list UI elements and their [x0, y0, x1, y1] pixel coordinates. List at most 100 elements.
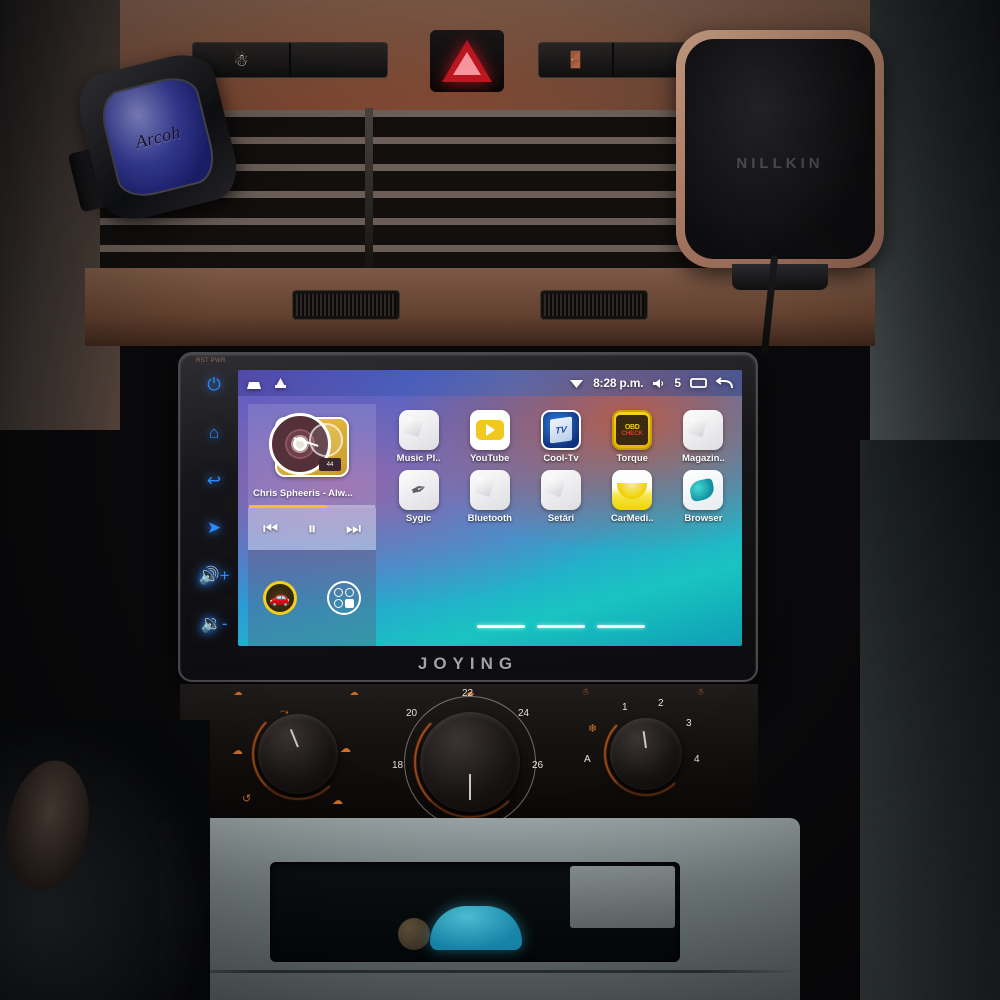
airflow-glyph-left: ☁	[232, 745, 243, 757]
temp-mark-24: 24	[518, 708, 530, 719]
app-music-player[interactable]: Music Pl..	[384, 410, 453, 464]
fan-mark-1: 1	[622, 702, 628, 713]
volume-down-key[interactable]: 🔉-	[201, 615, 228, 632]
airflow-glyph-down-left: ↺	[242, 793, 252, 805]
navigation-key[interactable]: ➤	[207, 519, 221, 536]
app-grid-area: Music Pl.. YouTube TV Cool-Tv OBD CHECK Torque…	[376, 404, 742, 646]
app-grid: Music Pl.. YouTube TV Cool-Tv OBD CHECK Torque…	[384, 410, 738, 524]
speaker-grille-left	[292, 290, 400, 320]
climate-control-panel: ☁ ☁ ☁ ☃ ☃ ⤳ ☁ ☁ ↺ ☁ 18 20 22 24 26 A ❄ 1…	[180, 684, 758, 828]
app-sygic-navigation[interactable]: Sygic	[384, 470, 453, 524]
console-seam	[160, 970, 800, 973]
back-icon[interactable]	[716, 376, 734, 390]
fan-mark-2: 2	[658, 698, 664, 709]
temp-mark-20: 20	[406, 708, 418, 719]
temp-mark-18: 18	[392, 760, 404, 771]
pause-button[interactable]: ⏸	[308, 519, 317, 539]
passenger-door-panel	[860, 440, 1000, 1000]
turntable-icon: 44	[269, 413, 349, 477]
car-interior-scene: ☃ 🚪 Arcoh NILLKIN RST PWR ⏻ ⌂ ↩ ➤ 🔊+ 🔉- …	[0, 0, 1000, 1000]
obd-badge: OBD CHECK	[616, 415, 649, 445]
temperature-knob[interactable]	[420, 712, 520, 812]
power-key[interactable]: ⏻	[207, 376, 220, 393]
app-label: YouTube	[470, 453, 510, 464]
previous-track-button[interactable]: ⏮	[263, 519, 278, 539]
defrost-icon-2: ☁	[349, 686, 359, 697]
home-icon[interactable]	[246, 377, 262, 390]
app-carmedia[interactable]: CarMedi..	[598, 470, 667, 524]
page-indicator[interactable]	[384, 625, 738, 646]
app-label: Browser	[684, 513, 723, 524]
recents-icon[interactable]	[690, 377, 707, 389]
home-key[interactable]: ⌂	[209, 424, 219, 441]
volume-icon[interactable]	[652, 378, 665, 389]
hazard-warning-button[interactable]	[430, 30, 504, 92]
clock-label: 8:28 p.m.	[593, 376, 644, 390]
head-unit-brand-label: JOYING	[417, 654, 519, 673]
seat-heater-right[interactable]	[289, 43, 387, 77]
youtube-icon	[469, 410, 510, 450]
android-head-unit: RST PWR ⏻ ⌂ ↩ ➤ 🔊+ 🔉- 8:28 p.m. 5 44 Chr…	[178, 352, 758, 682]
volume-level-label: 5	[674, 376, 681, 390]
phone-mount-brand-label: NILLKIN	[736, 154, 824, 172]
central-lock-button[interactable]: 🚪	[538, 42, 688, 78]
app-cool-tv[interactable]: TV Cool-Tv	[526, 410, 595, 464]
fan-mark-3: 3	[686, 718, 692, 729]
app-youtube[interactable]: YouTube	[455, 410, 524, 464]
car-mode-icon[interactable]: 🚗	[263, 581, 297, 615]
central-lock-left[interactable]: 🚪	[539, 43, 612, 77]
volume-up-key[interactable]: 🔊+	[198, 567, 229, 584]
carmedia-icon	[612, 470, 653, 510]
music-player-icon	[398, 410, 439, 450]
defrost-icon-1: ☁	[233, 686, 243, 697]
phone-mount-face: NILLKIN	[685, 39, 875, 259]
page-indicator-bar[interactable]	[597, 625, 645, 628]
vent-divider	[365, 108, 373, 273]
magnetic-phone-mount: NILLKIN	[676, 30, 884, 290]
fan-speed-knob[interactable]	[610, 718, 682, 790]
seat-heater-button[interactable]: ☃	[192, 42, 388, 78]
sygic-navigation-icon	[398, 470, 439, 510]
app-drawer-icon[interactable]	[327, 581, 361, 615]
app-label: Music Pl..	[396, 453, 441, 464]
turntable-display: 44	[319, 458, 341, 471]
lower-center-console	[160, 818, 800, 1000]
airflow-glyph-up: ⤳	[280, 706, 289, 718]
browser-icon	[683, 470, 724, 510]
play-store-icon	[683, 410, 724, 450]
app-torque-obd[interactable]: OBD CHECK Torque	[598, 410, 667, 464]
page-indicator-bar[interactable]	[477, 625, 525, 628]
app-label: CarMedi..	[610, 513, 654, 524]
app-browser[interactable]: Browser	[669, 470, 738, 524]
bluetooth-icon	[469, 470, 510, 510]
hazard-triangle-icon	[442, 40, 492, 82]
airflow-glyph-right: ☁	[340, 743, 351, 755]
air-freshener-label: Arcoh	[133, 121, 183, 152]
youtube-play-badge	[475, 420, 504, 440]
touchscreen[interactable]: 8:28 p.m. 5 44 Chris Spheeris - Alw... ⏮…	[238, 370, 742, 646]
app-play-store[interactable]: Magazin..	[669, 410, 738, 464]
app-label: Magazin..	[682, 453, 725, 464]
app-bluetooth[interactable]: Bluetooth	[455, 470, 524, 524]
phone-mount-stem	[732, 264, 828, 290]
fan-mark-auto: A	[584, 754, 591, 765]
tray-coin	[398, 918, 430, 950]
fan-mark-4: 4	[694, 754, 700, 765]
app-label: Bluetooth	[467, 513, 512, 524]
page-indicator-bar[interactable]	[537, 625, 585, 628]
next-track-button[interactable]: ⏭	[346, 519, 361, 539]
ac-snowflake-icon: ❄	[588, 723, 598, 735]
torque-obd-icon: OBD CHECK	[612, 410, 653, 450]
app-drawer-dots	[334, 588, 354, 608]
tonearm-icon	[309, 423, 343, 457]
back-key[interactable]: ↩	[207, 472, 221, 489]
airflow-glyph-down-right: ☁	[332, 795, 343, 807]
airflow-direction-knob[interactable]	[258, 714, 338, 794]
cool-tv-badge: TV	[549, 416, 572, 444]
apps-home-icon[interactable]	[274, 377, 287, 390]
music-player-widget[interactable]: 44 Chris Spheeris - Alw... ⏮ ⏸ ⏭ 🚗	[248, 404, 376, 646]
app-label: Setări	[547, 513, 575, 524]
seat-heater-icon: ☃	[233, 50, 249, 70]
app-settings[interactable]: Setări	[526, 470, 595, 524]
temp-mark-26: 26	[532, 760, 544, 771]
